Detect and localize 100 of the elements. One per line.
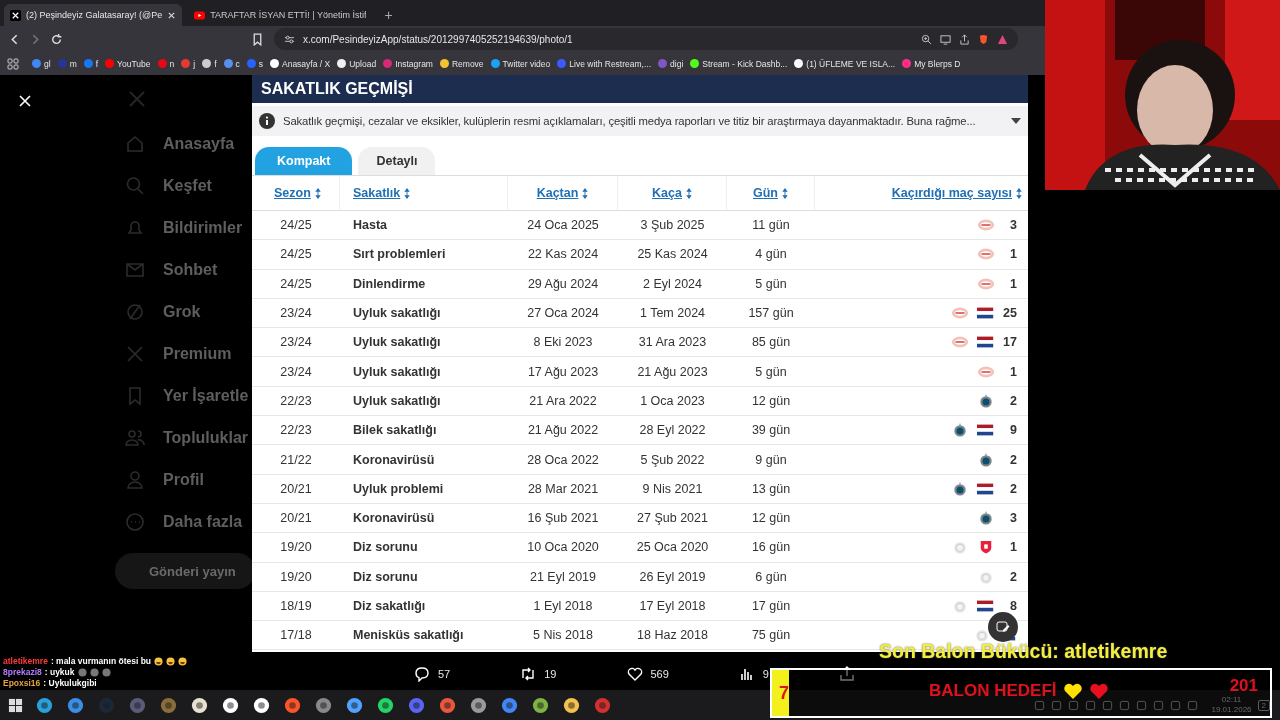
repost-icon[interactable] <box>520 666 537 682</box>
column-header[interactable]: Sakatlık <box>353 186 401 200</box>
chat-username: atletikemre <box>3 656 48 666</box>
table-cell-text: Uyluk sakatlığı <box>352 364 442 379</box>
table-cell-text: 2 <box>1009 393 1017 408</box>
bookmark-item[interactable]: YouTube <box>105 58 151 69</box>
table-cell-text: Diz sorunu <box>352 540 419 555</box>
table-cell-text: 9 Nis 2021 <box>641 481 704 496</box>
table-cell-text: 85 gün <box>750 335 792 350</box>
chat-text: : Uykulukgibi <box>43 678 97 688</box>
taskbar-app-icon[interactable] <box>531 695 550 715</box>
close-icon[interactable] <box>18 94 32 108</box>
sort-icon[interactable] <box>1016 187 1022 199</box>
table-cell: 17 <box>1003 335 1017 350</box>
crest-icon <box>977 569 995 584</box>
view-tab[interactable]: Detaylı <box>358 147 436 175</box>
sliders-icon <box>284 33 295 45</box>
column-header[interactable]: Kaça <box>652 186 682 200</box>
bookmark-item[interactable]: Upload <box>337 58 377 69</box>
taskbar-app-icon[interactable] <box>252 695 271 715</box>
edit-image-button[interactable] <box>988 612 1018 642</box>
taskbar-app-icon[interactable] <box>35 695 54 715</box>
column-header[interactable]: Kaçtan <box>536 186 579 200</box>
table-cell-text: 20/21 <box>279 511 313 526</box>
taskbar-app-icon[interactable] <box>190 695 209 715</box>
table-cell-text: 29 Ağu 2024 <box>526 276 600 291</box>
smiley-icon <box>154 656 164 666</box>
play-icon <box>194 9 206 21</box>
table-cell-text: 9 <box>1009 423 1017 438</box>
table-cell-text: 24/25 <box>279 218 313 233</box>
slash-icon <box>125 302 145 322</box>
taskbar-app-icon[interactable] <box>562 695 581 715</box>
reload-icon[interactable] <box>50 32 63 46</box>
crest-icon <box>951 599 969 613</box>
close-icon[interactable] <box>167 10 177 20</box>
table-cell-text: 23/24 <box>279 306 313 321</box>
table-cell-text: 23/24 <box>279 335 313 350</box>
windows-logo-icon[interactable] <box>8 697 23 713</box>
column-header[interactable]: Gün <box>753 186 778 200</box>
bookmark-item[interactable]: Anasayfa / X <box>270 58 331 69</box>
lion-shield-icon[interactable] <box>978 33 989 45</box>
table-cell-text: 5 gün <box>754 364 788 379</box>
column-header[interactable]: Sezon <box>274 186 311 200</box>
address-bar[interactable]: x.com/PesindeyizApp/status/2012997405252194639/photo/1 <box>274 28 1018 50</box>
sort-icon[interactable] <box>404 187 411 199</box>
bar-chart-icon[interactable] <box>738 666 755 682</box>
table-cell-text: 21 Ağu 2022 <box>526 423 600 438</box>
column-header[interactable]: Kaçırdığı maç sayısı <box>891 186 1012 200</box>
bookmark-item[interactable]: m <box>57 58 77 69</box>
bookmark-item[interactable]: Twitter video <box>490 58 551 69</box>
clock-date: 19.01.2026 <box>1211 705 1252 715</box>
bookmark-item[interactable]: f <box>202 58 217 69</box>
table-cell-text: 22/23 <box>279 393 313 408</box>
sort-icon[interactable] <box>314 187 321 199</box>
table-cell-text: Uyluk sakatlığı <box>352 393 442 408</box>
bookmark-item[interactable]: My Blerps D <box>902 58 961 69</box>
table-cell-text: 28 Eyl 2022 <box>638 423 707 438</box>
apps-grid-icon[interactable] <box>7 57 19 70</box>
chat-text: : mala vurmanın ötesi bu <box>50 656 152 666</box>
new-tab-button[interactable]: + <box>378 4 399 26</box>
browser-tab[interactable]: (2) Peşindeyiz Galatasaray! (@Pe <box>4 4 183 26</box>
taskbar-app-icon[interactable] <box>345 695 364 715</box>
bookmark-icon[interactable] <box>251 32 264 46</box>
bookmark-item[interactable]: j <box>181 58 196 69</box>
crest-icon <box>977 511 995 526</box>
bookmark-item[interactable]: gl <box>32 58 51 69</box>
sort-icon[interactable] <box>782 187 788 199</box>
sort-icon[interactable] <box>685 187 692 199</box>
bookmark-item[interactable]: Stream - Kick Dashb... <box>690 58 788 69</box>
bookmark-item[interactable]: digi <box>658 58 684 69</box>
bookmark-item[interactable]: s <box>246 58 263 69</box>
table-cell-text: 21/22 <box>279 452 313 467</box>
bookmark-item[interactable]: n <box>157 58 175 69</box>
taskbar-app-icon[interactable] <box>376 695 395 715</box>
bookmark-item[interactable]: (1) ÜFLEME VE ISLA... <box>794 58 896 69</box>
bookmark-item[interactable]: Instagram <box>383 58 433 69</box>
info-icon <box>259 113 275 129</box>
taskbar-app-icon[interactable] <box>221 695 240 715</box>
table-cell-text: Diz sorunu <box>352 569 419 584</box>
taskbar-app-icon[interactable] <box>469 695 488 715</box>
sort-icon[interactable] <box>582 187 589 199</box>
cast-icon[interactable] <box>940 33 951 45</box>
table-cell-text: 16 gün <box>750 540 792 555</box>
browser-tab[interactable]: TARAFTAR İSYAN ETTİ! | Yönetim İstif <box>188 4 373 26</box>
heart-icon[interactable] <box>626 666 643 682</box>
action-count: 569 <box>650 668 669 680</box>
triangle-icon[interactable] <box>997 33 1008 45</box>
share-icon[interactable] <box>959 33 970 45</box>
zoom-icon[interactable] <box>921 33 932 45</box>
table-cell-text: 5 Nis 2018 <box>532 628 594 643</box>
action-count: 19 <box>544 668 557 680</box>
crest-icon <box>977 276 995 291</box>
bookmark-item[interactable]: f <box>83 58 99 69</box>
speech-bubble-icon[interactable] <box>414 666 430 682</box>
bookmark-item[interactable]: c <box>223 58 240 69</box>
bookmark-item[interactable]: Live with Restream,... <box>557 58 652 69</box>
table-cell-text: 24/25 <box>279 247 313 262</box>
action-count: 9 <box>762 668 769 680</box>
caret-icon[interactable] <box>1011 118 1021 124</box>
bookmark-item[interactable]: Remove <box>439 58 484 69</box>
